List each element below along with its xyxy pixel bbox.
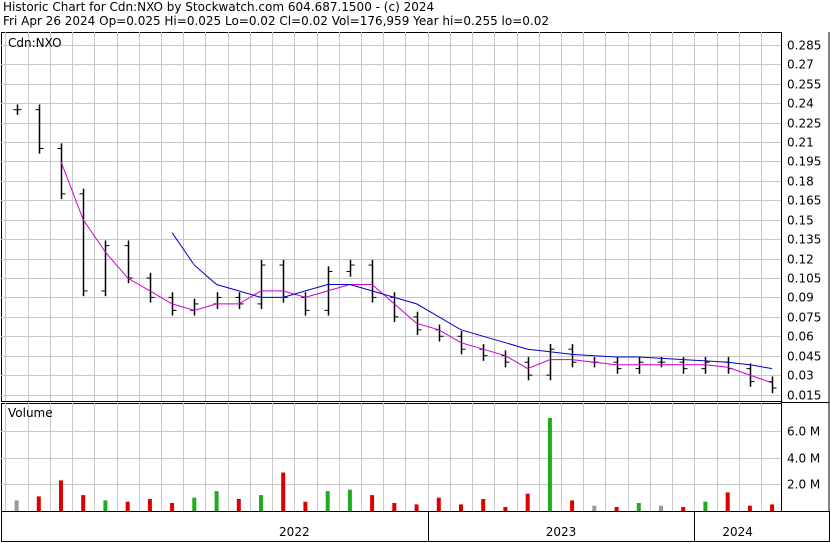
price-panel-border (1, 32, 782, 402)
price-tick-label: 0.015 (787, 389, 821, 403)
volume-bar (281, 472, 286, 511)
volume-bar (125, 501, 130, 511)
price-tick-label: 0.06 (787, 330, 814, 344)
price-tick-label: 0.18 (787, 175, 814, 189)
year-label: 2022 (279, 525, 310, 539)
volume-bar (459, 504, 463, 511)
volume-bar (747, 505, 752, 511)
volume-tick-label: 2.0 M (787, 478, 820, 492)
volume-tick-label: 6.0 M (787, 425, 820, 439)
price-axis: 0.285 0.27 0.255 0.24 0.225 0.21 0.195 0.18 0.16… (787, 39, 821, 403)
price-tick-label: 0.075 (787, 311, 821, 325)
volume-bar (570, 500, 575, 511)
year-label: 2024 (722, 525, 753, 539)
volume-bar (370, 495, 375, 511)
year-label: 2023 (546, 525, 577, 539)
price-tick-label: 0.225 (787, 117, 821, 131)
volume-tick-label: 4.0 M (787, 452, 820, 466)
volume-bar (436, 497, 441, 511)
volume-panel-border (1, 403, 782, 512)
volume-bar (525, 493, 530, 511)
volume-bar (547, 418, 552, 511)
volume-bar (503, 507, 508, 511)
price-tick-label: 0.12 (787, 253, 814, 267)
volume-bar (770, 504, 775, 511)
price-tick-label: 0.285 (787, 39, 821, 53)
volume-bar (214, 491, 219, 511)
volume-bar (59, 480, 63, 511)
volume-bar (36, 496, 41, 511)
volume-bar (147, 499, 152, 511)
volume-bar (414, 504, 419, 511)
volume-bar (592, 505, 597, 511)
volume-bar (347, 489, 352, 511)
price-tick-label: 0.045 (787, 350, 821, 364)
volume-bar (392, 503, 397, 511)
price-tick-label: 0.135 (787, 233, 821, 247)
volume-bar (259, 495, 263, 511)
volume-bar (481, 499, 486, 511)
volume-axis: 6.0 M 4.0 M 2.0 M (787, 425, 820, 492)
volume-bar (703, 501, 708, 511)
volume-bar (81, 495, 86, 511)
volume-bar (636, 503, 641, 511)
price-tick-label: 0.15 (787, 214, 814, 228)
volume-bar (614, 507, 619, 511)
price-tick-label: 0.255 (787, 78, 821, 92)
price-tick-label: 0.195 (787, 155, 821, 169)
stock-chart: 0.285 0.27 0.255 0.24 0.225 0.21 0.195 0.18 0.16… (1, 32, 830, 542)
price-tick-label: 0.03 (787, 369, 814, 383)
chart-frame (1, 32, 830, 542)
volume-bar (103, 500, 108, 511)
volume-bar (236, 499, 241, 511)
price-panel-title: Cdn:NXO (8, 36, 62, 50)
volume-bar (303, 501, 308, 511)
volume-bar (725, 492, 730, 511)
volume-bar (192, 497, 197, 511)
price-tick-label: 0.09 (787, 291, 814, 305)
price-tick-label: 0.165 (787, 194, 821, 208)
price-tick-label: 0.105 (787, 272, 821, 286)
price-tick-label: 0.21 (787, 136, 814, 150)
price-tick-label: 0.27 (787, 58, 814, 72)
volume-bar (681, 507, 686, 511)
volume-panel-title: Volume (8, 406, 53, 420)
price-tick-label: 0.24 (787, 97, 814, 111)
volume-bar (325, 491, 330, 511)
time-axis-border (1, 511, 830, 542)
volume-bar (659, 505, 663, 511)
volume-bar (170, 503, 175, 511)
volume-bar (14, 500, 19, 511)
